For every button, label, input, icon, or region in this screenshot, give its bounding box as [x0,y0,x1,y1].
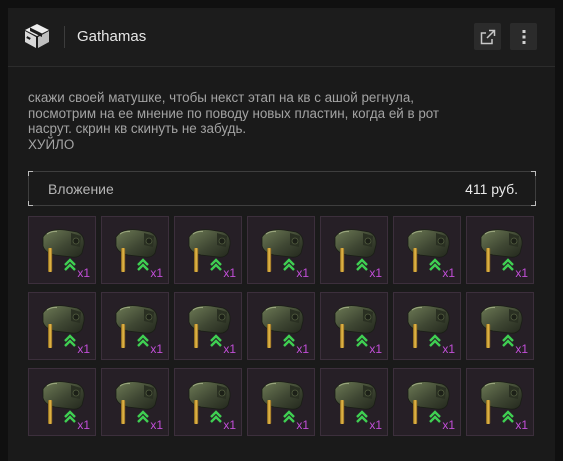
item-quantity: x1 [296,266,309,280]
item-quantity: x1 [223,266,236,280]
item-slot[interactable]: x1 [466,216,534,284]
item-slot[interactable]: x1 [174,292,242,360]
attachment-value: 411 руб. [465,181,518,197]
item-quantity: x1 [150,266,163,280]
item-quantity: x1 [296,342,309,356]
item-quantity: x1 [223,418,236,432]
item-slot[interactable]: x1 [28,368,96,436]
item-slot[interactable]: x1 [320,216,388,284]
item-quantity: x1 [369,266,382,280]
message-body: скажи своей матушке, чтобы некст этап на… [28,90,538,152]
item-slot[interactable]: x1 [393,216,461,284]
message-line: насрут. скрин кв скинуть не забудь. [28,121,247,136]
item-slot[interactable]: x1 [101,292,169,360]
message-header: Gathamas [8,8,555,67]
item-quantity: x1 [442,342,455,356]
item-slot[interactable]: x1 [28,216,96,284]
item-slot[interactable]: x1 [466,368,534,436]
attachment-label: Вложение [48,181,114,197]
message-panel: Gathamas скажи своей матушке, чтобы некс… [8,8,555,461]
item-quantity: x1 [369,342,382,356]
item-quantity: x1 [223,342,236,356]
item-slot[interactable]: x1 [393,292,461,360]
message-line: скажи своей матушке, чтобы некст этап на… [28,90,415,105]
item-quantity: x1 [77,418,90,432]
item-slot[interactable]: x1 [393,368,461,436]
sender-name: Gathamas [77,28,147,45]
item-quantity: x1 [77,342,90,356]
item-slot[interactable]: x1 [247,292,315,360]
open-external-icon [480,29,495,44]
item-quantity: x1 [442,266,455,280]
item-quantity: x1 [442,418,455,432]
item-slot[interactable]: x1 [101,216,169,284]
item-slot[interactable]: x1 [101,368,169,436]
item-slot[interactable]: x1 [174,216,242,284]
vertical-dots-icon [522,29,525,44]
item-quantity: x1 [296,418,309,432]
item-quantity: x1 [150,418,163,432]
attachment-bar: Вложение 411 руб. [28,171,536,206]
item-slot[interactable]: x1 [247,368,315,436]
cube-box-icon [24,23,50,49]
item-slot[interactable]: x1 [320,368,388,436]
more-options-button[interactable] [510,23,537,50]
item-quantity: x1 [515,266,528,280]
item-slot[interactable]: x1 [247,216,315,284]
message-line: посмотрим на ее мнение по поводу новых п… [28,105,440,121]
item-quantity: x1 [369,418,382,432]
item-quantity: x1 [515,418,528,432]
header-divider [64,26,65,48]
item-quantity: x1 [150,342,163,356]
item-slot[interactable]: x1 [320,292,388,360]
open-external-button[interactable] [474,23,501,50]
item-slot[interactable]: x1 [174,368,242,436]
item-quantity: x1 [77,266,90,280]
message-line: ХУЙЛО [28,136,75,152]
item-quantity: x1 [515,342,528,356]
item-slot[interactable]: x1 [28,292,96,360]
item-slot[interactable]: x1 [466,292,534,360]
